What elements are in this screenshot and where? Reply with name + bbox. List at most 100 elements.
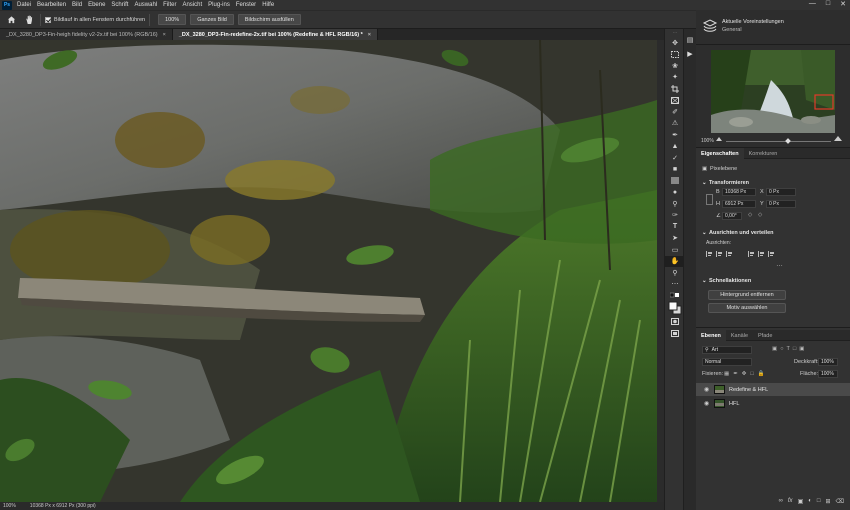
path-select-tool-icon[interactable]: ➤ xyxy=(665,233,685,245)
layer-filter-icons[interactable]: ▣○T□▣ xyxy=(772,346,807,352)
flip-horizontal-icon[interactable]: ◇ xyxy=(748,212,752,218)
menu-hilfe[interactable]: Hilfe xyxy=(259,2,277,8)
menu-schrift[interactable]: Schrift xyxy=(108,2,131,8)
more-options-icon[interactable]: … xyxy=(776,261,784,268)
layer-style-icon[interactable]: fx xyxy=(788,498,793,510)
tab-layers[interactable]: Ebenen xyxy=(696,330,726,341)
layer-name[interactable]: HFL xyxy=(729,401,739,407)
more-tools-icon[interactable]: ⋯ xyxy=(665,279,685,291)
remove-background-button[interactable]: Hintergrund entfernen xyxy=(708,290,786,300)
layer-row[interactable]: ◉ Redefine & HFL xyxy=(696,383,850,396)
healing-brush-tool-icon[interactable]: ⚠ xyxy=(665,118,685,130)
align-center-v-icon[interactable] xyxy=(758,251,764,257)
zoom-100-button[interactable]: 100% xyxy=(158,14,187,25)
align-right-icon[interactable] xyxy=(726,251,732,257)
color-swatches[interactable] xyxy=(665,300,685,316)
pen-tool-icon[interactable]: ✑ xyxy=(665,210,685,222)
brush-tool-icon[interactable]: ✒ xyxy=(665,129,685,141)
new-group-icon[interactable]: □ xyxy=(817,498,821,510)
document-tab-active[interactable]: _DX_3280_DP3-Fin-redefine-2x.tif bei 100… xyxy=(172,29,378,40)
lasso-tool-icon[interactable]: ❀ xyxy=(665,60,685,72)
swap-colors-icon[interactable] xyxy=(665,290,685,300)
status-zoom[interactable]: 100% xyxy=(3,503,16,509)
hand-icon[interactable] xyxy=(22,14,36,26)
zoom-tool-icon[interactable]: ⚲ xyxy=(665,267,685,279)
link-layers-icon[interactable]: ∞ xyxy=(779,498,783,510)
frame-tool-icon[interactable] xyxy=(665,95,685,107)
close-icon[interactable]: × xyxy=(368,32,371,38)
fill-screen-button[interactable]: Bildschirm ausfüllen xyxy=(237,14,301,25)
screen-mode-icon[interactable] xyxy=(665,328,685,340)
layer-row[interactable]: ◉ HFL xyxy=(696,397,850,410)
tab-paths[interactable]: Pfade xyxy=(753,330,777,341)
actions-panel-icon[interactable]: ▶ xyxy=(684,47,696,61)
tab-properties[interactable]: Eigenschaften xyxy=(696,148,744,159)
adjustment-layer-icon[interactable]: ◐ xyxy=(808,498,812,510)
quick-mask-icon[interactable] xyxy=(665,316,685,328)
document-tab[interactable]: _DX_3280_DP3-Fin-heigh fidelity v2-2x.ti… xyxy=(0,29,173,40)
dodge-tool-icon[interactable]: ⚲ xyxy=(665,198,685,210)
minimize-icon[interactable]: — xyxy=(809,0,816,8)
close-icon[interactable]: ✕ xyxy=(840,0,846,8)
clone-stamp-tool-icon[interactable]: ▲ xyxy=(665,141,685,153)
maximize-icon[interactable]: □ xyxy=(826,0,830,8)
hand-tool-icon[interactable]: ✋ xyxy=(665,255,685,267)
close-icon[interactable]: × xyxy=(163,32,166,38)
eraser-tool-icon[interactable]: ■ xyxy=(665,164,685,176)
angle-field[interactable]: 0,00° xyxy=(722,212,742,220)
chevron-down-icon[interactable]: ⌄ xyxy=(702,180,707,186)
canvas-scrollbar[interactable] xyxy=(657,40,664,502)
align-bottom-icon[interactable] xyxy=(768,251,774,257)
navigator-zoom-slider[interactable] xyxy=(726,138,831,144)
visibility-eye-icon[interactable]: ◉ xyxy=(704,386,712,393)
fill-field[interactable]: 100% xyxy=(818,370,838,378)
fit-screen-button[interactable]: Ganzes Bild xyxy=(190,14,234,25)
tools-grip-icon[interactable]: ⋯ xyxy=(665,29,685,37)
document-canvas[interactable] xyxy=(0,40,657,502)
quick-select-tool-icon[interactable]: ✦ xyxy=(665,72,685,84)
type-tool-icon[interactable]: T xyxy=(665,221,685,233)
history-brush-tool-icon[interactable]: ✓ xyxy=(665,152,685,164)
crop-tool-icon[interactable] xyxy=(665,83,685,95)
menu-fenster[interactable]: Fenster xyxy=(233,2,259,8)
add-mask-icon[interactable]: ▣ xyxy=(798,498,804,510)
menu-plugins[interactable]: Plug-ins xyxy=(205,2,233,8)
chevron-down-icon[interactable]: ⌄ xyxy=(702,278,707,284)
menu-ebene[interactable]: Ebene xyxy=(85,2,108,8)
marquee-tool-icon[interactable] xyxy=(665,49,685,61)
new-layer-icon[interactable]: ⊞ xyxy=(825,498,830,510)
align-top-icon[interactable] xyxy=(748,251,754,257)
lock-icons[interactable]: ▦✒✥□🔒 xyxy=(724,371,769,377)
align-left-icon[interactable] xyxy=(706,251,712,257)
layer-name[interactable]: Redefine & HFL xyxy=(729,387,768,393)
blur-tool-icon[interactable]: ● xyxy=(665,187,685,199)
history-panel-icon[interactable]: ▤ xyxy=(684,33,696,47)
select-subject-button[interactable]: Motiv auswählen xyxy=(708,303,786,313)
align-center-h-icon[interactable] xyxy=(716,251,722,257)
menu-bild[interactable]: Bild xyxy=(69,2,85,8)
opacity-field[interactable]: 100% xyxy=(818,358,838,366)
tab-channels[interactable]: Kanäle xyxy=(726,330,753,341)
flip-vertical-icon[interactable]: ◇ xyxy=(758,212,762,218)
visibility-eye-icon[interactable]: ◉ xyxy=(704,400,712,407)
blend-mode-select[interactable]: Normal xyxy=(702,358,752,366)
chevron-down-icon[interactable]: ⌄ xyxy=(702,230,707,236)
menu-datei[interactable]: Datei xyxy=(14,2,34,8)
delete-layer-icon[interactable]: ⌫ xyxy=(836,498,844,510)
y-field[interactable]: 0 Px xyxy=(766,200,796,208)
rectangle-tool-icon[interactable]: ▭ xyxy=(665,244,685,256)
height-field[interactable]: 6912 Px xyxy=(722,200,756,208)
menu-auswahl[interactable]: Auswahl xyxy=(131,2,160,8)
tab-adjustments[interactable]: Korrekturen xyxy=(744,148,783,159)
navigator-zoom[interactable]: 100% xyxy=(701,138,714,144)
gradient-tool-icon[interactable] xyxy=(665,175,685,187)
menu-ansicht[interactable]: Ansicht xyxy=(179,2,205,8)
width-field[interactable]: 10368 Px xyxy=(722,188,756,196)
layer-filter-select[interactable]: ⚲ Art xyxy=(702,346,752,354)
menu-filter[interactable]: Filter xyxy=(160,2,179,8)
link-dimensions-icon[interactable] xyxy=(706,194,713,205)
navigator-thumbnail[interactable] xyxy=(711,50,835,133)
x-field[interactable]: 0 Px xyxy=(766,188,796,196)
zoom-slider-handle[interactable] xyxy=(785,138,791,144)
menu-bearbeiten[interactable]: Bearbeiten xyxy=(34,2,69,8)
